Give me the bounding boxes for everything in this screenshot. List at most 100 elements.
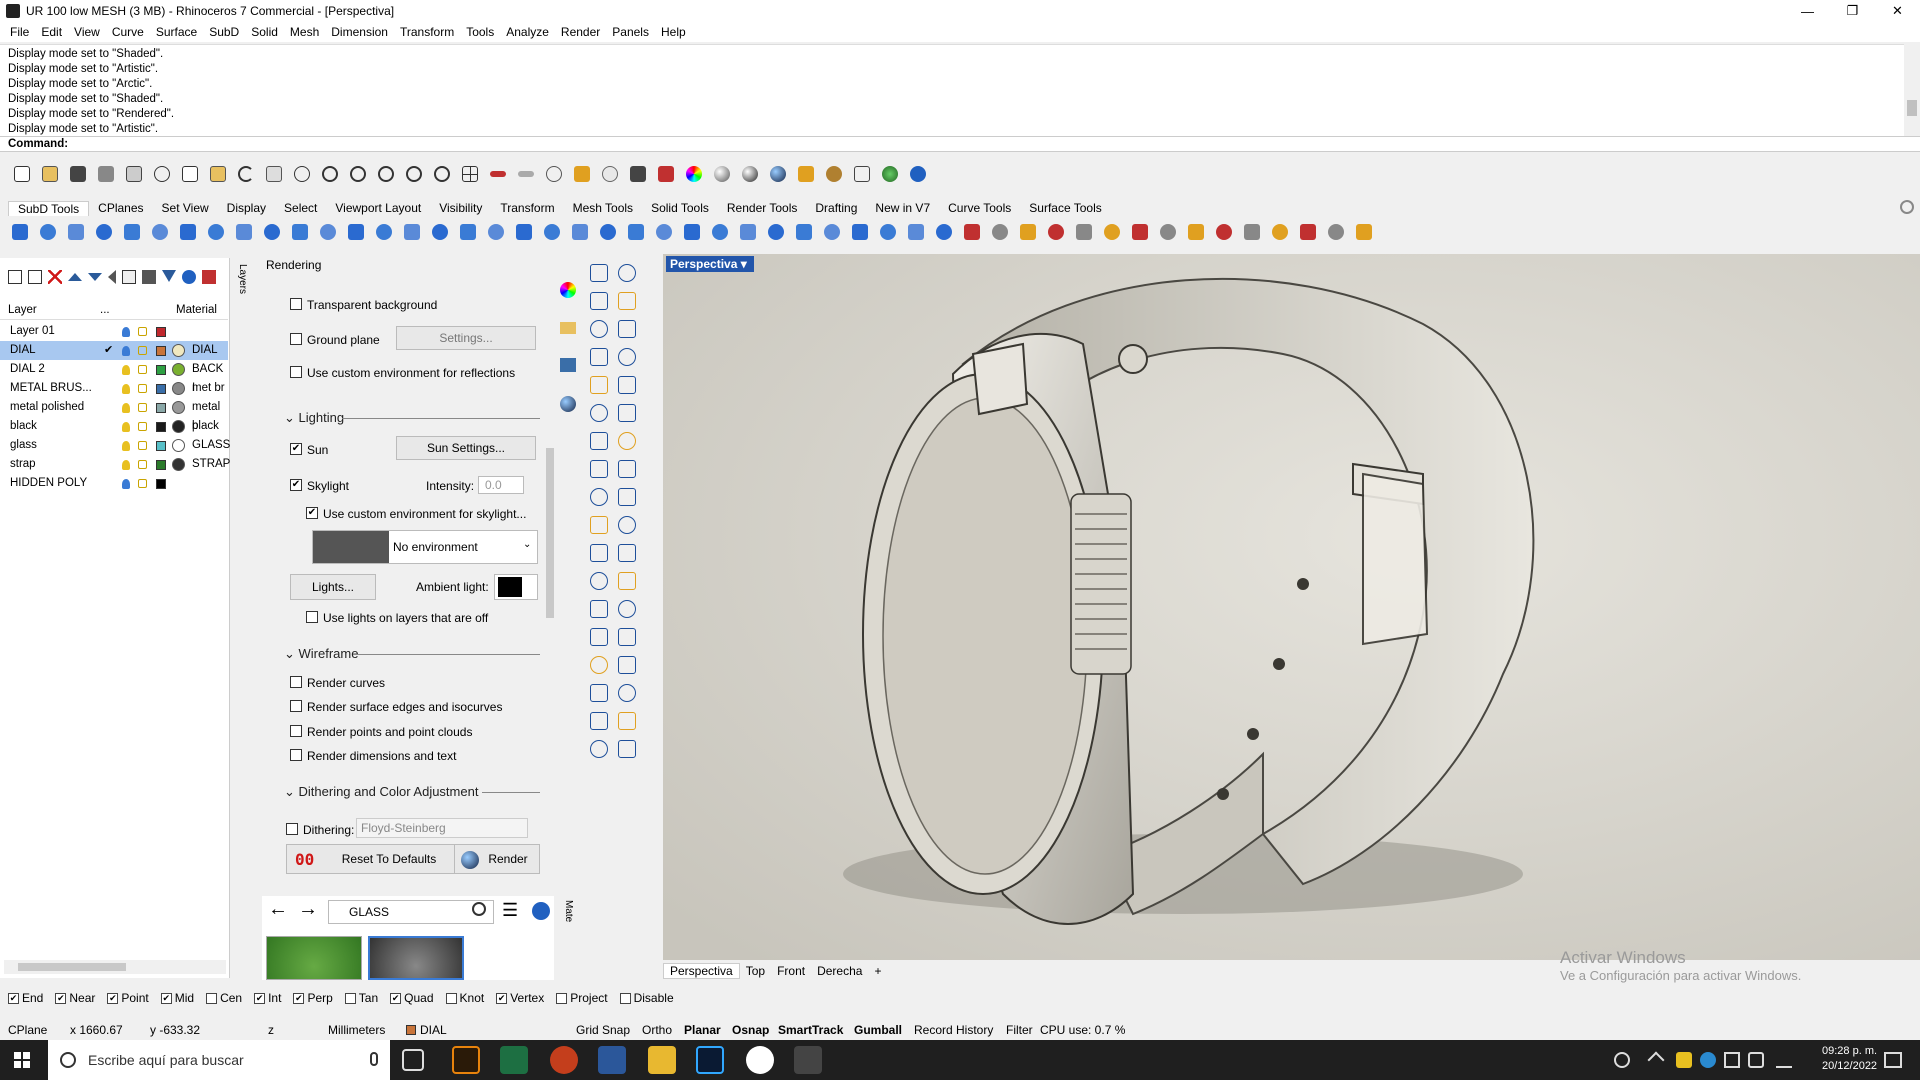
text-icon[interactable] [590,600,608,618]
help-icon[interactable] [532,902,550,920]
layer-row[interactable]: HIDDEN POLY [0,474,228,493]
menu-dimension[interactable]: Dimension [325,25,394,39]
current-layer-check-icon[interactable]: ✔ [104,341,113,360]
subd-cylinder-icon[interactable] [120,220,144,244]
lock-icon[interactable] [138,403,147,412]
rotate-view-icon[interactable] [290,162,314,186]
layer-sheet-icon[interactable] [122,270,136,284]
column-material[interactable]: Material [176,304,217,316]
layer-color-icon[interactable] [654,162,678,186]
volume-icon[interactable] [1748,1052,1764,1068]
subd-bevel-icon[interactable] [736,220,760,244]
menu-help[interactable]: Help [655,25,692,39]
skylight-checkbox[interactable]: ✔ [290,479,302,491]
display-icon[interactable] [560,358,576,372]
layer-tools-icon[interactable] [142,270,156,284]
arc-icon[interactable] [590,348,608,366]
tab-solid-tools[interactable]: Solid Tools [642,201,718,215]
subd-bridge-icon[interactable] [456,220,480,244]
osnap-perp-checkbox[interactable]: ✔ Perp [293,991,333,1005]
open-folder-icon[interactable] [38,162,62,186]
menu-surface[interactable]: Surface [150,25,203,39]
layer-row[interactable]: DIAL ✔ DIAL [0,341,228,360]
render-edges-checkbox[interactable] [290,700,302,712]
subd-end-icon[interactable] [1352,220,1376,244]
array-icon[interactable] [590,628,608,646]
new-layer-icon[interactable] [8,270,22,284]
lights-button[interactable]: Lights... [290,574,376,600]
save-icon[interactable] [66,162,90,186]
subd-toggle-icon[interactable] [1156,220,1180,244]
material-thumbnail-glass[interactable] [368,936,464,980]
layer-color-swatch[interactable] [156,479,166,489]
chrome-icon[interactable] [746,1046,774,1074]
select-arrow-icon[interactable] [590,264,608,282]
menu-icon[interactable]: ☰ [502,900,518,921]
planar-toggle[interactable]: Planar [684,1023,721,1037]
visibility-bulb-icon[interactable] [122,365,130,375]
material-thumbnail-back[interactable] [266,936,362,980]
custom-env-reflections-checkbox[interactable] [290,366,302,378]
layer-color-swatch[interactable] [156,460,166,470]
close-button[interactable]: ✕ [1875,0,1920,22]
intensity-input[interactable]: 0.0 [478,476,524,494]
visibility-bulb-icon[interactable] [122,384,130,394]
materials-side-tab[interactable]: Mate [560,900,574,960]
lock-icon[interactable] [138,365,147,374]
subd-display-icon[interactable] [1128,220,1152,244]
subd-thicken-icon[interactable] [960,220,984,244]
tab-drafting[interactable]: Drafting [806,201,866,215]
back-arrow-icon[interactable]: ← [268,898,288,921]
subd-cone-icon[interactable] [64,220,88,244]
undo-view-icon[interactable] [430,162,454,186]
forward-arrow-icon[interactable]: → [298,898,318,921]
layers-horizontal-scrollbar[interactable] [4,960,226,974]
osnap-vertex-checkbox[interactable]: ✔ Vertex [496,991,544,1005]
move-down-icon[interactable] [88,273,102,281]
visibility-bulb-icon[interactable] [122,479,130,489]
snap-icon[interactable] [542,162,566,186]
subd-box-icon[interactable] [36,220,60,244]
move-up-icon[interactable] [68,273,82,281]
subd-edge-icon[interactable] [428,220,452,244]
osnap-int-checkbox[interactable]: ✔ Int [254,991,281,1005]
deform-icon[interactable] [618,488,636,506]
osnap-cen-checkbox[interactable]: Cen [206,991,242,1005]
subd-cut-icon[interactable] [1212,220,1236,244]
subd-revolve-icon[interactable] [316,220,340,244]
tab-curve-tools[interactable]: Curve Tools [939,201,1020,215]
layer-row[interactable]: Layer 01 [0,322,228,341]
grid-icon[interactable] [590,684,608,702]
render-curves-checkbox[interactable] [290,676,302,688]
dithering-checkbox[interactable] [286,823,298,835]
visibility-bulb-icon[interactable] [122,346,130,356]
subd-flat-icon[interactable] [1100,220,1124,244]
search-icon[interactable] [472,902,486,916]
taskbar-search-box[interactable]: Escribe aquí para buscar [48,1040,390,1080]
subd-uncrease-icon[interactable] [568,220,592,244]
dithering-section-header[interactable]: ⌄ Dithering and Color Adjustment [284,784,478,800]
subd-match-icon[interactable] [848,220,872,244]
ortho-toggle[interactable]: Ortho [642,1023,672,1037]
shade-icon[interactable] [590,544,608,562]
viewport-title-tab[interactable]: Perspectiva ▾ [666,256,754,272]
pen-icon[interactable] [1776,1052,1792,1068]
material-ball-icon[interactable] [172,344,185,357]
boolean-icon[interactable] [618,432,636,450]
environment-selector[interactable]: No environment ⌄ [312,530,538,564]
gumball-toggle[interactable]: Gumball [854,1023,902,1037]
align-icon[interactable] [618,628,636,646]
current-layer[interactable]: DIAL [420,1023,447,1037]
people-icon[interactable] [1614,1052,1630,1068]
filter-toggle[interactable]: Filter [1006,1023,1033,1037]
gear-tools-icon[interactable] [590,488,608,506]
menu-solid[interactable]: Solid [245,25,284,39]
lock-icon[interactable] [138,422,147,431]
subd-convert-icon[interactable] [1072,220,1096,244]
menu-edit[interactable]: Edit [35,25,68,39]
subd-insert-icon[interactable] [484,220,508,244]
folder-icon[interactable] [560,322,576,334]
scrollbar-thumb[interactable] [546,448,554,618]
undo-icon[interactable] [234,162,258,186]
subd-repeat-icon[interactable] [820,220,844,244]
